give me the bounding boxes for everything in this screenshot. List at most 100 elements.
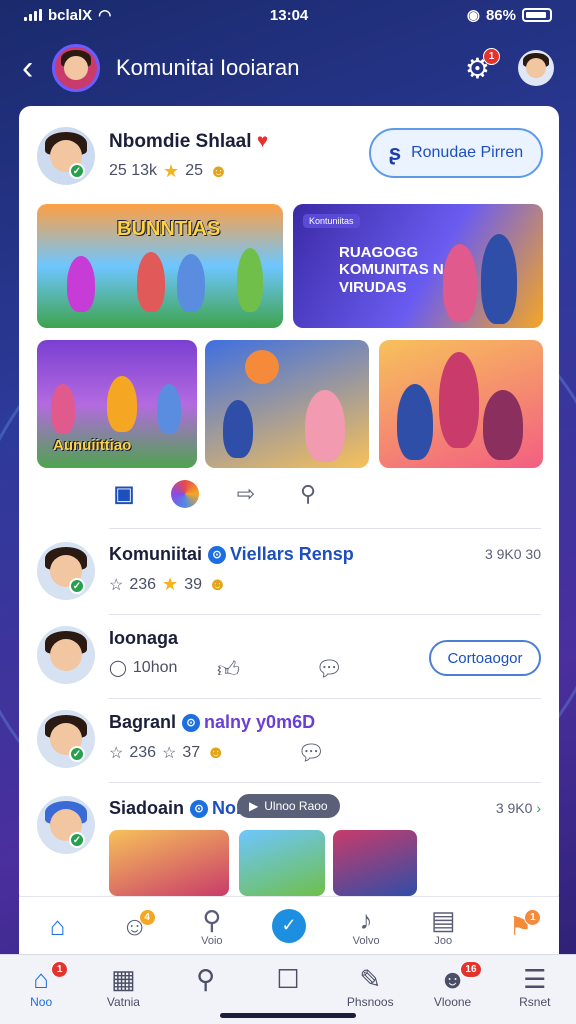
comment-row[interactable]: ✓ Bagranl ⊙ nalny y0m6D ☆ 236 ☆ 37 ☻ 💬︎ <box>37 704 541 774</box>
tab-center[interactable]: ✓ <box>258 908 320 943</box>
verified-icon: ✓ <box>69 578 85 594</box>
comment-stats: ☆ 236 ☆ 37 ☻ <box>109 742 225 763</box>
mention-icon: ⊙ <box>190 799 209 818</box>
search-icon: ⚲ <box>202 904 222 935</box>
inbox-icon: ☐ <box>276 964 300 994</box>
search-icon: ⚲ <box>196 964 216 994</box>
divider <box>109 528 541 529</box>
post-image-2[interactable]: Kontuniitas RUAGOGG KOMUNITAS N VIRUDAS <box>293 204 543 328</box>
verified-icon: ✓ <box>69 163 85 179</box>
comment-row[interactable]: Ioonaga ◯ 10hon 👍︎ 💬︎ Cortoaogor <box>37 620 541 690</box>
tab-more[interactable]: ⚑ 1 <box>489 908 551 941</box>
bottom-navigation: ⌂ Noo 1 ▦ Vatnia ⚲ ☐ ✎ Phsnoos ☻ Vloone 16 ☰ Rs… <box>0 954 576 1024</box>
status-pill[interactable]: ▶ Ulnoo Raoo <box>237 794 340 818</box>
kid-figure <box>305 390 345 462</box>
commenter-name: Ioonaga <box>109 628 179 648</box>
mention-icon: ⊙ <box>208 545 226 564</box>
post-author-avatar[interactable]: ✓ <box>37 127 95 185</box>
nav-messages[interactable]: ▦ Vatnia <box>88 963 158 1024</box>
message-icon: ▦ <box>111 964 136 994</box>
commenter-avatar[interactable] <box>37 626 95 684</box>
likes-count: 236 <box>129 575 157 593</box>
notification-badge: 1 <box>483 47 500 65</box>
commenter-tag: Viellars Rensp <box>230 544 354 564</box>
home-indicator <box>220 1013 356 1018</box>
attachment-thumbnail[interactable] <box>333 830 417 896</box>
kid-figure <box>397 384 433 460</box>
post-image-1[interactable]: BUNNTIAS <box>37 204 283 328</box>
kid-figure <box>177 254 205 312</box>
attachment-thumbnail[interactable] <box>109 830 229 896</box>
home-icon: ⌂ <box>49 910 66 941</box>
verified-icon: ✓ <box>69 746 85 762</box>
community-avatar[interactable] <box>52 44 100 92</box>
comment-row[interactable]: ✓ Komuniitai ⊙ Viellars Rensp ☆ 236 ★ 39 ☻ 3 9… <box>37 536 541 606</box>
share-arrow-icon[interactable]: ⇨ <box>231 481 261 507</box>
post-image-5[interactable] <box>379 340 543 468</box>
tab-people[interactable]: ☺ 4 <box>104 908 166 941</box>
photo-icon: ▤ <box>430 904 456 935</box>
commenter-tag: nalny y0m6D <box>204 712 316 732</box>
comment-row[interactable]: ✓ Siadoain ⊙ Non ▶ Ulnoo Raoo 3 9K0 › <box>37 790 541 900</box>
like-icon[interactable]: 👍︎ <box>217 656 240 683</box>
commenter-name: Siadoain <box>109 798 185 818</box>
mention-icon: ⊙ <box>182 713 201 732</box>
back-icon[interactable]: ‹ <box>22 51 44 85</box>
reply-button[interactable]: Cortoaogor <box>429 640 541 676</box>
tab-home[interactable]: ⌂ <box>27 911 89 941</box>
kid-figure <box>137 252 165 312</box>
bell-icon: ♪ <box>359 904 373 935</box>
commenter-avatar[interactable]: ✓ <box>37 710 95 768</box>
image-tag: Kontuniitas <box>303 214 360 228</box>
share-app-icon[interactable]: ▣ <box>109 481 139 507</box>
kid-figure <box>237 248 263 312</box>
status-bar: bclalX ◠ 13:04 ◉ 86% <box>0 0 576 30</box>
tab-search[interactable]: ⚲ Voio <box>181 905 243 947</box>
post-image-3[interactable]: Aunuiittiao <box>37 340 197 468</box>
tab-alerts[interactable]: ♪ Volvo <box>335 905 397 947</box>
stars-count: 39 <box>184 575 202 593</box>
smile-emoji-icon: ☻ <box>208 160 228 181</box>
profile-avatar[interactable] <box>518 50 554 86</box>
chat-bubble-icon[interactable]: 💬︎ <box>297 740 325 766</box>
smile-emoji-icon: ☻ <box>206 742 226 762</box>
nav-reports[interactable]: ☰ Rsnet <box>500 963 570 1024</box>
replies-count: 10hon <box>132 659 178 676</box>
nav-badge: 1 <box>51 961 69 978</box>
comment-time: 3 9K0 30 <box>484 546 541 562</box>
star-outline-icon: ☆ <box>162 744 177 762</box>
kid-figure <box>51 384 75 434</box>
person-figure <box>481 234 517 324</box>
feed-tab-bar: ⌂ ☺ 4 ⚲ Voio ✓ ♪ Volvo ▤ Joo ⚑ 1 <box>19 896 559 954</box>
kid-figure <box>107 376 137 432</box>
nav-groups[interactable]: ☻ Vloone 16 <box>418 961 488 1024</box>
verified-icon: ✓ <box>69 832 85 848</box>
signal-icon <box>24 9 42 21</box>
page-title: Komunitai Iooiaran <box>116 55 300 80</box>
follow-button[interactable]: ʂ Ronudae Pirren <box>369 128 543 178</box>
tab-badge: 4 <box>138 908 156 926</box>
image-caption: RUAGOGG KOMUNITAS N VIRUDAS <box>339 244 444 296</box>
wifi-icon: ◠ <box>98 7 112 24</box>
link-icon[interactable]: ⚲ <box>293 481 323 507</box>
divider <box>109 698 541 699</box>
person-figure <box>439 352 479 448</box>
nav-home[interactable]: ⌂ Noo 1 <box>6 961 76 1024</box>
settings-gear-icon[interactable]: ⚙ 1 <box>465 47 500 85</box>
kid-figure <box>67 256 95 312</box>
tab-photos[interactable]: ▤ Joo <box>412 905 474 947</box>
globe-icon[interactable] <box>171 480 199 508</box>
commenter-avatar[interactable]: ✓ <box>37 542 95 600</box>
chevron-right-icon: › <box>536 800 541 816</box>
chat-bubble-icon[interactable]: 💬︎ <box>315 656 343 682</box>
stars-count: 37 <box>182 743 201 761</box>
chevron-down-icon: ✓ <box>271 908 306 943</box>
post-image-4[interactable] <box>205 340 369 468</box>
nav-badge: 16 <box>460 961 482 978</box>
commenter-avatar[interactable]: ✓ <box>37 796 95 854</box>
attachment-thumbnail[interactable] <box>239 830 325 896</box>
commenter-name: Bagranl <box>109 712 177 732</box>
divider <box>109 782 541 783</box>
star-icon: ★ <box>162 574 179 594</box>
image-caption: Aunuiittiao <box>53 437 132 454</box>
